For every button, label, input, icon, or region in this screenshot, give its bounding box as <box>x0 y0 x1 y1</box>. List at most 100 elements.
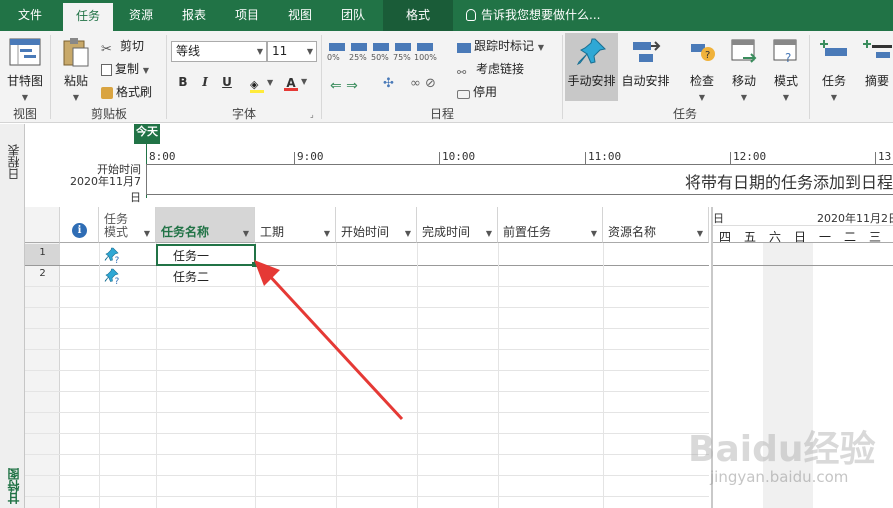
svg-text:?: ? <box>115 277 120 285</box>
chevron-down-icon: ▼ <box>72 93 80 102</box>
group-label-font: 字体 <box>231 107 256 121</box>
select-all-corner[interactable] <box>25 207 60 243</box>
underline-button[interactable]: U <box>219 75 235 89</box>
chevron-down-icon[interactable]: ▼ <box>405 229 411 238</box>
move-button[interactable]: 移动 ▼ <box>723 33 765 102</box>
row-number[interactable]: 2 <box>25 268 60 279</box>
column-header-label: 完成时间 <box>422 225 471 239</box>
inactivate-icon <box>457 90 470 99</box>
chevron-down-icon: ▼ <box>21 93 29 102</box>
manual-schedule-button[interactable]: 手动安排 <box>565 33 618 101</box>
tab-report[interactable]: 报表 <box>172 0 216 31</box>
task-name-cell[interactable]: 任务一 <box>173 247 209 264</box>
manual-task-mode-icon[interactable]: ? <box>104 267 122 287</box>
timescale-day: 二 <box>844 230 857 244</box>
watermark-logo: Baidu经验 <box>688 429 876 470</box>
timeline-placeholder: 将带有日期的任务添加到日程 <box>685 173 893 192</box>
column-header-task-mode[interactable]: 任务 模式 ▼ <box>99 207 156 243</box>
group-divider <box>166 35 167 119</box>
timeline-side-label: 日程表 <box>7 144 21 180</box>
chevron-down-icon: ▼ <box>256 47 263 56</box>
percent-complete-buttons: 0% 25% 50% 75% 100% <box>327 43 439 73</box>
tab-team[interactable]: 团队 <box>331 0 375 31</box>
copy-button[interactable]: 复制 ▼ <box>101 60 149 77</box>
task-name-cell[interactable]: 任务二 <box>173 268 209 285</box>
progress-0-icon[interactable] <box>329 43 345 51</box>
split-task-icon[interactable]: ✣ <box>383 76 394 91</box>
column-header-task-name[interactable]: 任务名称 ▼ <box>156 207 255 243</box>
bold-button[interactable]: B <box>175 75 191 89</box>
progress-50-icon[interactable] <box>373 43 389 51</box>
timescale-day: 四 <box>719 230 732 244</box>
row-divider <box>25 496 709 497</box>
row-divider <box>25 433 709 434</box>
inactivate-button[interactable]: 停用 <box>457 83 497 100</box>
pushpin-icon <box>576 38 606 66</box>
summary-button[interactable]: 摘要 <box>857 33 893 101</box>
progress-75-icon[interactable] <box>395 43 411 51</box>
paste-button[interactable]: 粘贴 ▼ <box>56 33 96 102</box>
chevron-down-icon[interactable]: ▼ <box>591 229 597 238</box>
row-number[interactable]: 1 <box>25 247 60 258</box>
progress-100-icon[interactable] <box>417 43 433 51</box>
font-size-combo[interactable]: 11 ▼ <box>267 41 317 62</box>
timescale-top-right: 2020年11月2日 <box>817 212 893 225</box>
tab-project[interactable]: 项目 <box>225 0 269 31</box>
column-header-resources[interactable]: 资源名称 ▼ <box>603 207 709 243</box>
chevron-down-icon[interactable]: ▼ <box>243 229 249 238</box>
gantt-chart-button[interactable]: 甘特图 ▼ <box>2 33 48 102</box>
timeline-tick: 8:00 <box>149 150 176 163</box>
font-color-button[interactable]: A ▼ <box>284 73 307 91</box>
chevron-down-icon[interactable]: ▼ <box>144 229 150 238</box>
timeline-tick: 9:00 <box>297 150 324 163</box>
auto-schedule-button[interactable]: 自动安排 <box>619 33 672 101</box>
tell-me-box[interactable]: 告诉我您想要做什么... <box>466 0 616 31</box>
column-header-finish[interactable]: 完成时间 ▼ <box>417 207 498 243</box>
mode-button[interactable]: ? 模式 ▼ <box>765 33 807 102</box>
tab-file[interactable]: 文件 <box>8 0 52 31</box>
cut-label: 剪切 <box>120 39 145 53</box>
column-header-start[interactable]: 开始时间 ▼ <box>336 207 417 243</box>
group-label-clipboard: 剪贴板 <box>90 107 127 121</box>
timeline-side-tab[interactable]: 日程表 <box>0 124 25 207</box>
progress-25-icon[interactable] <box>351 43 367 51</box>
inspect-button[interactable]: ? 检查 ▼ <box>680 33 724 102</box>
timeline-axis <box>146 164 893 165</box>
chevron-down-icon[interactable]: ▼ <box>486 229 492 238</box>
view-side-tab[interactable]: 甘特图 <box>0 207 25 508</box>
gantt-chart-label: 甘特图 <box>6 74 43 88</box>
column-divider <box>156 243 157 508</box>
tab-task[interactable]: 任务 <box>63 3 113 31</box>
column-header-label: 任务 模式 <box>104 212 129 239</box>
timeline-pane[interactable]: 今天 开始时间 2020年11月7日 8:00 9:00 10:00 11:00… <box>25 124 893 207</box>
column-header-duration[interactable]: 工期 ▼ <box>255 207 336 243</box>
ribbon-tab-bar: 文件 任务 资源 报表 项目 视图 团队 格式 告诉我您想要做什么... <box>0 0 893 31</box>
move-label: 移动 <box>731 74 756 88</box>
column-header-info[interactable]: i <box>60 207 99 243</box>
move-arrows-icon[interactable]: ⇐ ⇒ <box>330 78 358 94</box>
tab-view[interactable]: 视图 <box>278 0 322 31</box>
respect-links-button[interactable]: ⚯ 考虑链接 <box>457 60 524 80</box>
insert-task-button[interactable]: 任务 ▼ <box>813 33 855 102</box>
column-header-predecessors[interactable]: 前置任务 ▼ <box>498 207 603 243</box>
tell-me-text: 告诉我您想要做什么... <box>481 8 601 22</box>
font-name-combo[interactable]: 等线 ▼ <box>171 41 267 62</box>
manual-task-mode-icon[interactable]: ? <box>104 246 122 266</box>
auto-schedule-icon <box>632 41 660 62</box>
highlight-color-button[interactable]: ◈ ▼ <box>250 74 273 93</box>
format-painter-button[interactable]: 格式刷 <box>101 83 152 100</box>
mark-on-track-button[interactable]: 跟踪时标记 ▼ <box>457 37 544 54</box>
tab-format[interactable]: 格式 <box>383 0 453 31</box>
italic-button[interactable]: I <box>197 75 213 89</box>
insert-task-icon <box>820 40 847 56</box>
link-tasks-icon[interactable]: ∞ ⊘ <box>410 76 436 91</box>
font-dialog-launcher-icon[interactable]: ⌟ <box>310 110 314 119</box>
timescale-day: 五 <box>744 230 757 244</box>
clipboard-icon <box>63 38 89 67</box>
timescale-divider <box>713 225 893 226</box>
tab-resource[interactable]: 资源 <box>119 0 163 31</box>
chevron-down-icon[interactable]: ▼ <box>697 229 703 238</box>
chevron-down-icon: ▼ <box>306 47 313 56</box>
chevron-down-icon[interactable]: ▼ <box>324 229 330 238</box>
cut-button[interactable]: ✂ 剪切 <box>101 37 145 57</box>
